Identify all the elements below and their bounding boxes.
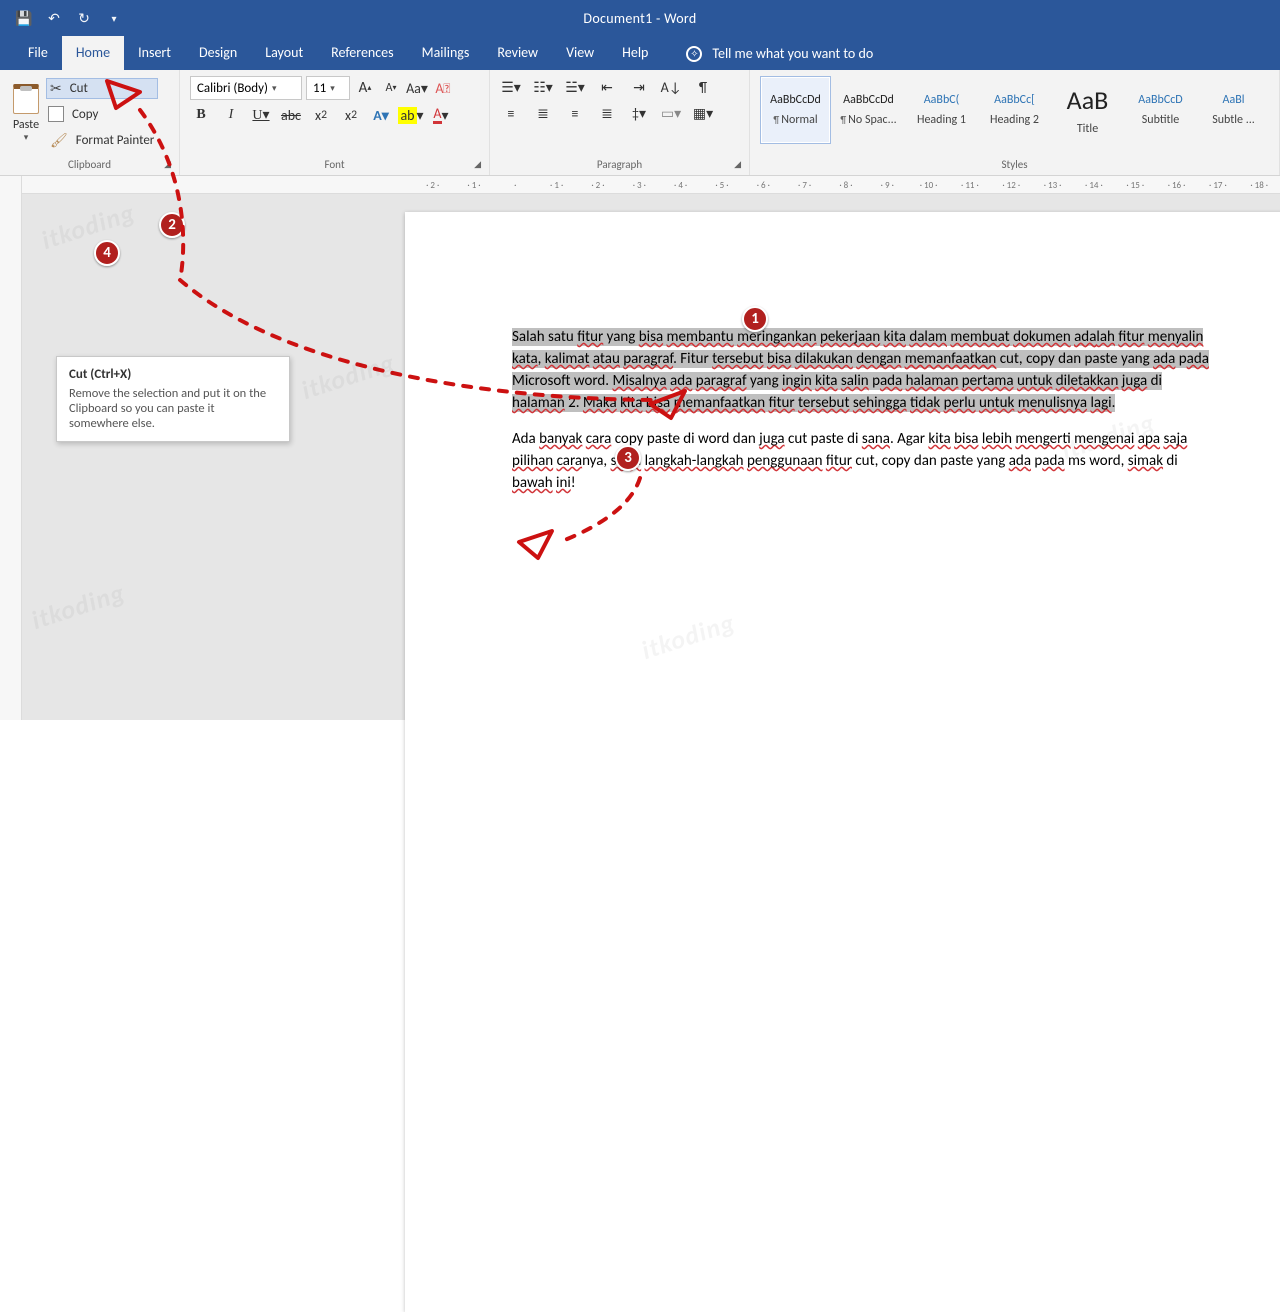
group-paragraph: ☰▾ ☷▾ ☱▾ ⇤ ⇥ A↓ ¶ ≡ ≣ ≡ ≣ ‡▾ ▭▾ ▦▾ Parag…: [490, 70, 750, 175]
subscript-button[interactable]: x2: [310, 104, 332, 126]
style-heading-1[interactable]: AaBbC(Heading 1: [906, 76, 977, 144]
document-title: Document1 - Word: [583, 10, 696, 27]
save-icon[interactable]: 💾: [16, 10, 32, 26]
chevron-down-icon: ▾: [272, 83, 277, 94]
bullets-icon[interactable]: ☰▾: [500, 76, 522, 98]
paste-dropdown-icon[interactable]: ▾: [24, 132, 29, 143]
sort-icon[interactable]: A↓: [660, 76, 682, 98]
tab-insert[interactable]: Insert: [124, 36, 185, 70]
paste-button[interactable]: Paste ▾: [6, 82, 46, 143]
document-body[interactable]: Salah satu fitur yang bisa membantu meri…: [512, 326, 1212, 508]
grow-font-icon[interactable]: A▴: [354, 77, 376, 99]
align-right-icon[interactable]: ≡: [564, 102, 586, 124]
highlight-icon[interactable]: ab▾: [400, 104, 422, 126]
vertical-ruler[interactable]: [0, 176, 22, 720]
paintbrush-icon: 🖌: [50, 132, 68, 149]
shrink-font-icon[interactable]: A▾: [380, 77, 402, 99]
style-subtitle[interactable]: AaBbCcDSubtitle: [1125, 76, 1196, 144]
format-painter-button[interactable]: 🖌 Format Painter: [46, 130, 158, 151]
tab-references[interactable]: References: [317, 36, 407, 70]
decrease-indent-icon[interactable]: ⇤: [596, 76, 618, 98]
style-heading-2[interactable]: AaBbCc[Heading 2: [979, 76, 1050, 144]
style-subtle-[interactable]: AaBlSubtle ...: [1198, 76, 1269, 144]
workspace: L · 2 ·· 1 ··· 1 ·· 2 ·· 3 ·· 4 ·· 5 ·· …: [0, 176, 1280, 720]
justify-icon[interactable]: ≣: [596, 102, 618, 124]
italic-button[interactable]: I: [220, 104, 242, 126]
align-center-icon[interactable]: ≣: [532, 102, 554, 124]
underline-button[interactable]: U▾: [250, 104, 272, 126]
style-gallery[interactable]: AaBbCcDd¶NormalAaBbCcDd¶No Spac...AaBbC(…: [756, 74, 1273, 146]
tell-me[interactable]: ✧ Tell me what you want to do: [662, 45, 889, 70]
tab-home[interactable]: Home: [62, 36, 124, 70]
clipboard-icon: [13, 84, 39, 114]
font-family-value: Calibri (Body): [197, 81, 268, 96]
paragraph-group-label: Paragraph ◢: [496, 155, 743, 173]
bold-button[interactable]: B: [190, 104, 212, 126]
font-color-icon[interactable]: A▾: [430, 104, 452, 126]
tab-help[interactable]: Help: [608, 36, 662, 70]
copy-label: Copy: [72, 107, 98, 122]
tooltip-body: Remove the selection and put it on the C…: [69, 386, 277, 431]
show-marks-icon[interactable]: ¶: [692, 76, 714, 98]
tab-file[interactable]: File: [14, 36, 62, 70]
paste-label: Paste: [13, 118, 39, 132]
style-normal[interactable]: AaBbCcDd¶Normal: [760, 76, 831, 144]
style-no-spac-[interactable]: AaBbCcDd¶No Spac...: [833, 76, 904, 144]
group-styles: AaBbCcDd¶NormalAaBbCcDd¶No Spac...AaBbC(…: [750, 70, 1280, 175]
change-case-icon[interactable]: Aa▾: [406, 77, 428, 99]
paragraph-dialog-launcher-icon[interactable]: ◢: [734, 159, 741, 170]
copy-icon: [50, 108, 64, 122]
qat-customize-icon[interactable]: ▾: [106, 10, 122, 26]
superscript-button[interactable]: x2: [340, 104, 362, 126]
paragraph-1[interactable]: Salah satu fitur yang bisa membantu meri…: [512, 328, 1209, 412]
text-effects-icon[interactable]: A▾: [370, 104, 392, 126]
horizontal-ruler[interactable]: · 2 ·· 1 ··· 1 ·· 2 ·· 3 ·· 4 ·· 5 ·· 6 …: [22, 176, 1280, 194]
ribbon-tabs: File Home Insert Design Layout Reference…: [0, 36, 1280, 70]
tab-view[interactable]: View: [552, 36, 608, 70]
line-spacing-icon[interactable]: ‡▾: [628, 102, 650, 124]
font-size-value: 11: [313, 81, 326, 96]
clear-formatting-icon[interactable]: A⃠: [432, 77, 454, 99]
styles-group-label: Styles: [756, 155, 1273, 173]
tell-me-label: Tell me what you want to do: [712, 45, 873, 62]
format-painter-label: Format Painter: [76, 133, 155, 148]
borders-icon[interactable]: ▦▾: [692, 102, 714, 124]
increase-indent-icon[interactable]: ⇥: [628, 76, 650, 98]
shading-icon[interactable]: ▭▾: [660, 102, 682, 124]
font-family-combo[interactable]: Calibri (Body) ▾: [190, 76, 302, 100]
numbering-icon[interactable]: ☷▾: [532, 76, 554, 98]
multilevel-list-icon[interactable]: ☱▾: [564, 76, 586, 98]
quick-access-toolbar: 💾 ↶ ↻ ▾: [0, 10, 122, 26]
ribbon: Paste ▾ ✂ Cut Copy 🖌 Format Painter Cli: [0, 70, 1280, 176]
font-dialog-launcher-icon[interactable]: ◢: [474, 159, 481, 170]
undo-icon[interactable]: ↶: [46, 10, 62, 26]
cut-button[interactable]: ✂ Cut: [46, 78, 158, 99]
clipboard-dialog-launcher-icon[interactable]: ◢: [164, 159, 171, 170]
tab-layout[interactable]: Layout: [251, 36, 317, 70]
tab-review[interactable]: Review: [483, 36, 552, 70]
align-left-icon[interactable]: ≡: [500, 102, 522, 124]
lightbulb-icon: ✧: [686, 46, 702, 62]
chevron-down-icon: ▾: [330, 83, 335, 94]
font-group-label: Font ◢: [186, 155, 483, 173]
copy-button[interactable]: Copy: [46, 105, 158, 124]
redo-icon[interactable]: ↻: [76, 10, 92, 26]
group-clipboard: Paste ▾ ✂ Cut Copy 🖌 Format Painter Cli: [0, 70, 180, 175]
style-title[interactable]: AaBTitle: [1052, 76, 1123, 144]
title-bar: 💾 ↶ ↻ ▾ Document1 - Word: [0, 0, 1280, 36]
tooltip-title: Cut (Ctrl+X): [69, 367, 277, 382]
group-font: Calibri (Body)▾ 11▾ A▴ A▾ Aa▾ A⃠ B I U▾ …: [180, 70, 490, 175]
paragraph-2[interactable]: Ada banyak cara copy paste di word dan j…: [512, 428, 1212, 494]
cut-label: Cut: [70, 81, 88, 96]
font-size-combo[interactable]: 11 ▾: [306, 76, 350, 100]
strikethrough-button[interactable]: abc: [280, 104, 302, 126]
clipboard-group-label: Clipboard ◢: [6, 155, 173, 173]
tab-design[interactable]: Design: [185, 36, 251, 70]
cut-tooltip: Cut (Ctrl+X) Remove the selection and pu…: [56, 356, 290, 442]
scissors-icon: ✂: [50, 80, 62, 97]
tab-mailings[interactable]: Mailings: [408, 36, 484, 70]
